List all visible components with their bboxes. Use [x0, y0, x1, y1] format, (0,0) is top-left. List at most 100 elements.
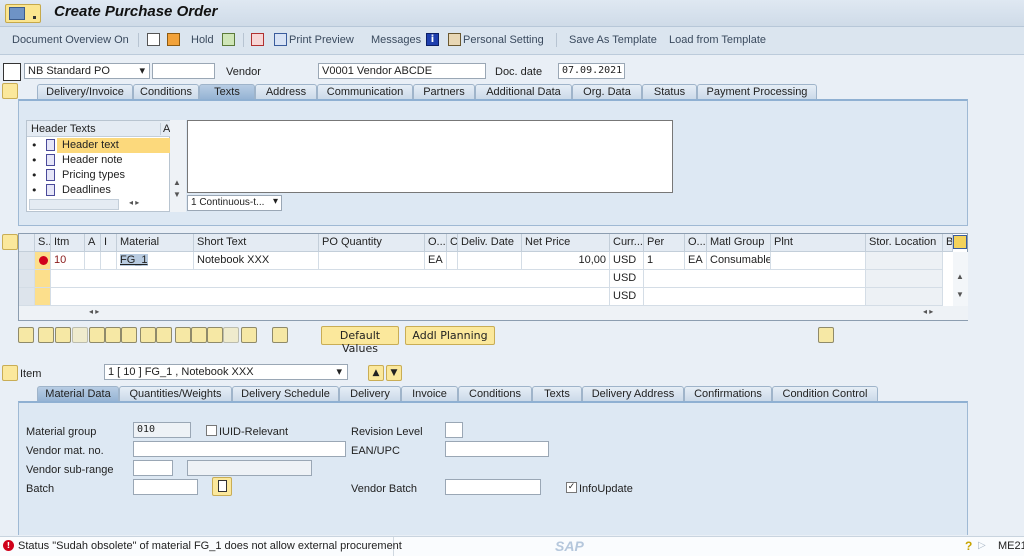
hold-button[interactable]: Hold — [191, 34, 214, 46]
cell-stor-location[interactable] — [866, 270, 943, 288]
copy-icon[interactable] — [140, 327, 156, 343]
bag-icon[interactable] — [241, 327, 257, 343]
col-header-material[interactable]: Material — [117, 234, 194, 252]
ean-upc-field[interactable] — [445, 441, 549, 457]
load-from-template-button[interactable]: Load from Template — [669, 34, 766, 46]
cart-icon[interactable] — [3, 63, 21, 81]
tab-address[interactable]: Address — [255, 84, 317, 100]
cell-itm[interactable]: 10 — [51, 252, 85, 270]
status-cell[interactable] — [35, 270, 51, 288]
cell-curr[interactable]: USD — [610, 270, 644, 288]
other-document-icon[interactable] — [167, 33, 180, 46]
cell-plnt[interactable] — [771, 252, 866, 270]
tab-delivery-address[interactable]: Delivery Address — [582, 386, 684, 402]
personal-setting-icon[interactable] — [448, 33, 461, 46]
tab-texts[interactable]: Texts — [532, 386, 582, 402]
col-header-i[interactable]: I — [101, 234, 117, 252]
po-type-select[interactable]: NB Standard PO ▾ — [24, 63, 150, 79]
tab-invoice[interactable]: Invoice — [401, 386, 458, 402]
cell-po-quantity[interactable] — [319, 252, 425, 270]
filter-icon[interactable] — [191, 327, 207, 343]
cell-stor-location[interactable] — [866, 288, 943, 306]
document-overview-button[interactable]: Document Overview On — [12, 34, 129, 46]
tab-payment-processing[interactable]: Payment Processing — [697, 84, 817, 100]
cell-oun[interactable]: EA — [425, 252, 447, 270]
row-selector[interactable] — [19, 288, 35, 306]
col-header-deliv-date[interactable]: Deliv. Date — [458, 234, 522, 252]
tab-delivery[interactable]: Delivery — [339, 386, 401, 402]
create-document-icon[interactable] — [147, 33, 160, 46]
row-selector[interactable] — [19, 270, 35, 288]
cell-deliv-date[interactable] — [458, 252, 522, 270]
tab-conditions[interactable]: Conditions — [458, 386, 532, 402]
tab-confirmations[interactable]: Confirmations — [684, 386, 772, 402]
tree-vscrollbar[interactable]: ▲ ▼ — [170, 120, 186, 212]
tab-additional-data[interactable]: Additional Data — [475, 84, 572, 100]
infoupdate-checkbox[interactable]: ✓ — [566, 482, 577, 493]
vendor-mat-no-field[interactable] — [133, 441, 346, 457]
notes-icon[interactable] — [272, 327, 288, 343]
col-header-c[interactable]: C — [447, 234, 458, 252]
tab-delivery-schedule[interactable]: Delivery Schedule — [232, 386, 339, 402]
previous-item-button[interactable]: ▲ — [368, 365, 384, 381]
copy-row-icon[interactable] — [72, 327, 88, 343]
messages-button[interactable]: Messages — [371, 34, 421, 46]
grid-hscrollbar[interactable]: ◂ ▸ ◂ ▸ — [19, 306, 968, 320]
col-header-a[interactable]: A — [85, 234, 101, 252]
status-cell[interactable] — [35, 288, 51, 306]
collapse-item-detail-button[interactable] — [2, 365, 18, 381]
filter-remove-icon[interactable] — [223, 327, 239, 343]
sort-icon[interactable] — [175, 327, 191, 343]
scroll-left-right-icon[interactable]: ◂ ▸ — [129, 198, 139, 207]
cell-net-price[interactable]: 10,00 — [522, 252, 610, 270]
tab-status[interactable]: Status — [642, 84, 697, 100]
collapse-items-button[interactable] — [2, 234, 18, 250]
format-select[interactable]: 1 Continuous-t... ▾ — [187, 195, 282, 211]
row-selector[interactable] — [19, 252, 35, 270]
save-as-template-button[interactable]: Save As Template — [569, 34, 657, 46]
check-icon[interactable] — [222, 33, 235, 46]
table-row[interactable] — [51, 288, 610, 306]
column-config-icon[interactable] — [953, 235, 967, 249]
tab-partners[interactable]: Partners — [413, 84, 475, 100]
print-preview-button[interactable]: Print Preview — [289, 34, 354, 46]
col-header-b[interactable]: B — [943, 234, 953, 252]
cell-c[interactable] — [447, 252, 458, 270]
item-select[interactable]: 1 [ 10 ] FG_1 , Notebook XXX ▾ — [104, 364, 348, 380]
cell-material[interactable]: FG_1 — [117, 252, 194, 270]
col-header-status[interactable]: S.. — [35, 234, 51, 252]
vendor-subrange-field[interactable] — [133, 460, 173, 476]
col-header-stor-location[interactable]: Stor. Location — [866, 234, 943, 252]
col-header-per[interactable]: Per — [644, 234, 685, 252]
col-header-opu[interactable]: O... — [685, 234, 707, 252]
col-header-net-price[interactable]: Net Price — [522, 234, 610, 252]
batch-field[interactable] — [133, 479, 198, 495]
tab-texts[interactable]: Texts — [199, 84, 255, 100]
tab-conditions[interactable]: Conditions — [133, 84, 199, 100]
vendor-field[interactable]: V0001 Vendor ABCDE — [318, 63, 486, 79]
grid-settings-icon[interactable] — [19, 234, 35, 252]
insert-row-icon[interactable] — [55, 327, 71, 343]
tab-quantities-weights[interactable]: Quantities/Weights — [119, 386, 232, 402]
table-row-rest[interactable] — [644, 288, 866, 306]
table-row[interactable] — [51, 270, 610, 288]
cell-per[interactable]: 1 — [644, 252, 685, 270]
cell-matl-group[interactable]: Consumables — [707, 252, 771, 270]
cell-stor-location[interactable] — [866, 252, 943, 270]
batch-create-button[interactable] — [212, 477, 232, 496]
help-icon[interactable]: ? — [965, 539, 972, 553]
table-row-rest[interactable] — [644, 270, 866, 288]
doc-date-field[interactable]: 07.09.2021 — [558, 63, 625, 79]
filter-set-icon[interactable] — [207, 327, 223, 343]
col-header-plnt[interactable]: Plnt — [771, 234, 866, 252]
messages-warning-icon[interactable] — [251, 33, 264, 46]
unlock-icon[interactable] — [121, 327, 137, 343]
tab-org-data[interactable]: Org. Data — [572, 84, 642, 100]
expand-status-icon[interactable]: ▷ — [978, 540, 986, 551]
next-item-button[interactable]: ▼ — [386, 365, 402, 381]
print-preview-icon[interactable] — [274, 33, 287, 46]
cell-curr[interactable]: USD — [610, 252, 644, 270]
col-header-itm[interactable]: Itm — [51, 234, 85, 252]
col-header-curr[interactable]: Curr... — [610, 234, 644, 252]
tab-delivery-invoice[interactable]: Delivery/Invoice — [37, 84, 133, 100]
